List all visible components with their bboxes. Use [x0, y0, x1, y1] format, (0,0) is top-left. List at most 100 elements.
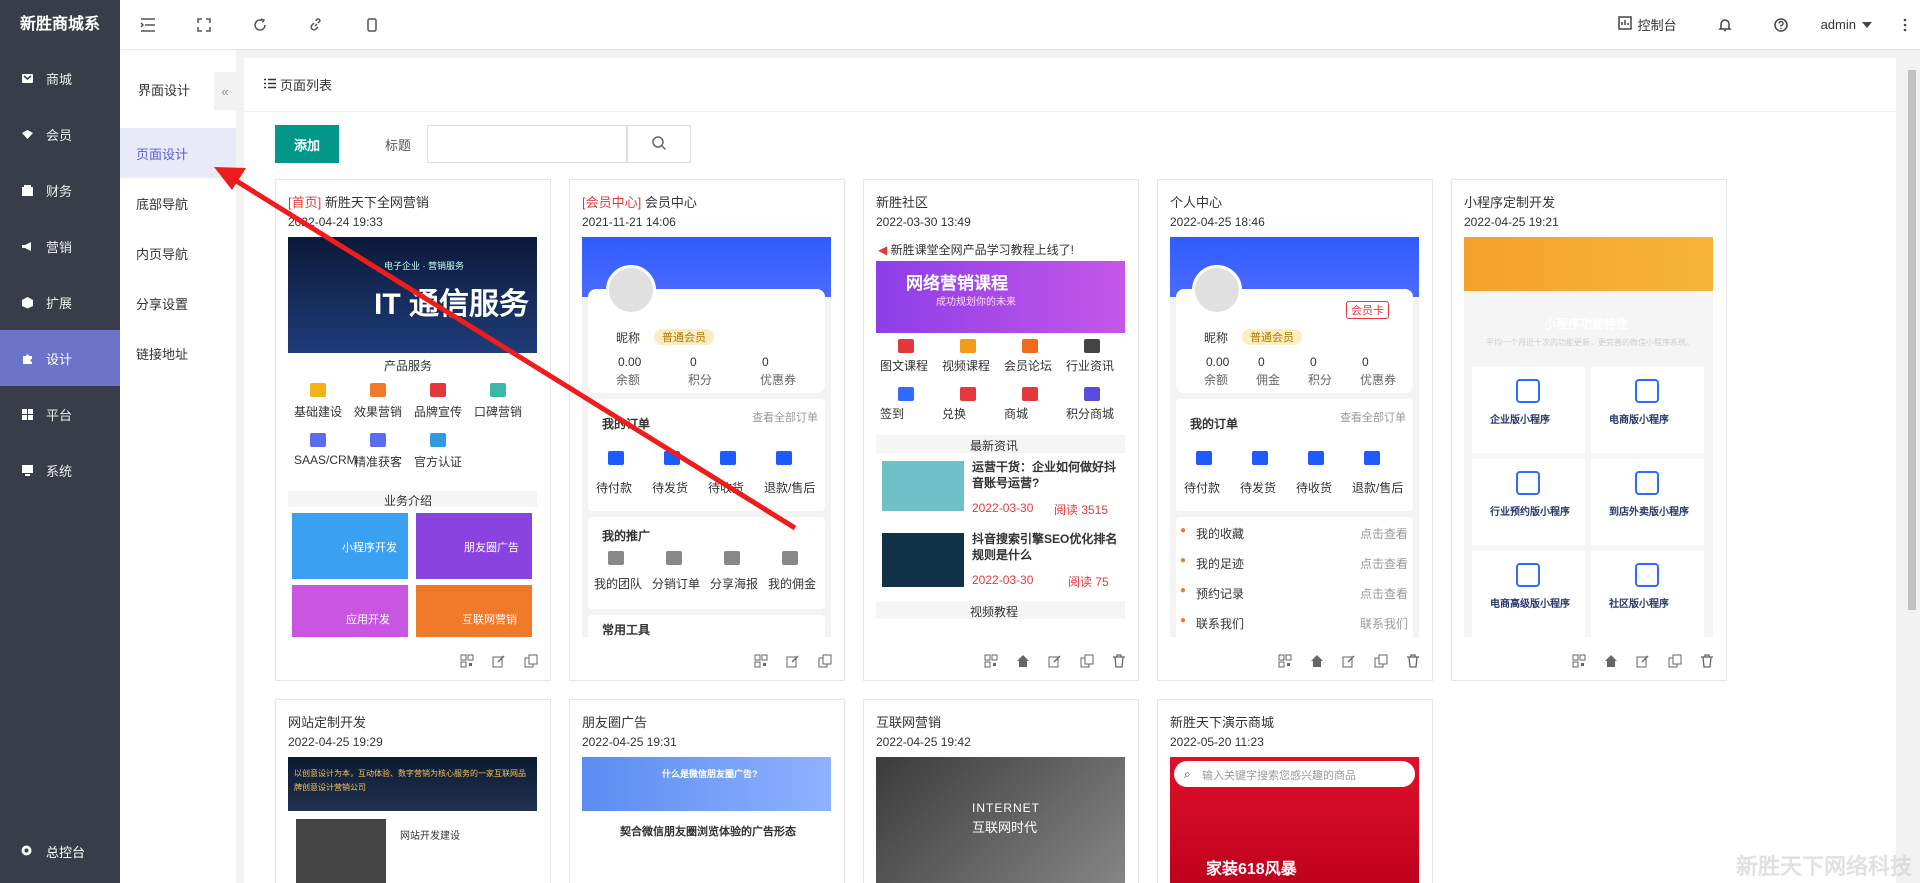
page-card[interactable]: 网站定制开发 2022-04-25 19:29 以创意设计为本，互动体验、数字营… [275, 699, 551, 883]
video-heading: 视频教程 [970, 605, 1019, 619]
finance-icon [20, 183, 34, 197]
help-icon[interactable] [1753, 0, 1809, 50]
nav-label: 平台 [46, 407, 73, 423]
filter-toolbar: 添加 标题 [244, 112, 1896, 176]
trash-icon[interactable] [1698, 652, 1716, 670]
home-icon[interactable] [1308, 652, 1326, 670]
nav-item-system[interactable]: 系统 [0, 442, 120, 498]
link-icon[interactable] [288, 0, 344, 50]
edit-icon[interactable] [784, 652, 802, 670]
nav-item-member[interactable]: 会员 [0, 106, 120, 162]
edit-icon[interactable] [490, 652, 508, 670]
trash-icon[interactable] [1110, 652, 1128, 670]
title-filter-label: 标题 [385, 137, 412, 153]
page-card[interactable]: 互联网营销 2022-04-25 19:42 INTERNET 互联网时代 [863, 699, 1139, 883]
copy-icon[interactable] [1666, 652, 1684, 670]
nav-label: 财务 [46, 183, 73, 199]
edit-icon[interactable] [1046, 652, 1064, 670]
card-title: 会员中心 [644, 195, 697, 210]
subnav-item-bottom-nav[interactable]: 底部导航 [120, 178, 236, 228]
qrcode-icon[interactable] [982, 652, 1000, 670]
news-title: 运营干货：企业如何做好抖音账号运营? [972, 460, 1117, 490]
subnav-item-inner-nav[interactable]: 内页导航 [120, 228, 236, 278]
shortcut-icon [1308, 451, 1324, 465]
qrcode-icon[interactable] [1570, 652, 1588, 670]
home-icon[interactable] [1014, 652, 1032, 670]
shortcut-icon [608, 551, 624, 565]
shortcut-icon [430, 383, 446, 397]
monitor-icon [20, 463, 34, 477]
order-shortcut-label: 待发货 [1240, 481, 1277, 495]
video-divider: 视频教程 [876, 601, 1125, 619]
page-card[interactable]: 新胜天下演示商城 2022-05-20 11:23 ⌕ 输入关键字搜索您感兴趣的… [1157, 699, 1433, 883]
internet-banner-cn: 互联网时代 [972, 820, 1038, 835]
shortcut-icon [1196, 451, 1212, 465]
nav-item-extend[interactable]: 扩展 [0, 274, 120, 330]
nav-item-design[interactable]: 设计 [0, 330, 120, 386]
edit-icon[interactable] [1634, 652, 1652, 670]
copy-icon[interactable] [1372, 652, 1390, 670]
copy-icon[interactable] [522, 652, 540, 670]
copy-icon[interactable] [816, 652, 834, 670]
more-vertical-icon[interactable] [1890, 0, 1920, 50]
nav-item-platform[interactable]: 平台 [0, 386, 120, 442]
nav-item-store[interactable]: 商城 [0, 50, 120, 106]
subnav-item-share[interactable]: 分享设置 [120, 278, 236, 328]
panel-header: 页面列表 [244, 58, 1896, 112]
copy-icon[interactable] [1078, 652, 1096, 670]
qrcode-icon[interactable] [1276, 652, 1294, 670]
miniapp-tile-icon [1516, 563, 1540, 587]
service-label: SAAS/CRM [294, 453, 357, 467]
subnav-header: 界面设计 « [120, 50, 236, 128]
stat-value: 0 [690, 355, 697, 369]
website-banner-text: 以创意设计为本，互动体验、数字营销为核心服务的一家互联网品牌创意设计营销公司 [294, 769, 526, 792]
bell-icon[interactable] [1697, 0, 1753, 50]
list-bullet-icon: ● [1180, 525, 1187, 536]
console-link[interactable]: 控制台 [1598, 15, 1697, 34]
card-title: 新胜社区 [876, 195, 929, 210]
list-label: 我的收藏 [1196, 527, 1245, 541]
promo-shortcut-label: 我的佣金 [768, 577, 817, 591]
scrollbar-thumb[interactable] [1908, 70, 1916, 610]
title-filter-input[interactable] [427, 125, 628, 163]
nav-item-marketing[interactable]: 营销 [0, 218, 120, 274]
mobile-icon[interactable] [344, 0, 400, 50]
page-card[interactable]: 新胜社区 2022-03-30 13:49 ◀ 新胜课堂全网产品学习教程上线了!… [863, 179, 1139, 681]
qrcode-icon[interactable] [458, 652, 476, 670]
subnav-item-links[interactable]: 链接地址 [120, 328, 236, 378]
card-preview: INTERNET 互联网时代 [876, 757, 1125, 883]
page-card[interactable]: 朋友圈广告 2022-04-25 19:31 什么是微信朋友圈广告? 契合微信朋… [569, 699, 845, 883]
fullscreen-icon[interactable] [176, 0, 232, 50]
add-button[interactable]: 添加 [275, 125, 339, 163]
scrollbar[interactable] [1907, 58, 1917, 883]
miniapp-tile-icon [1516, 471, 1540, 495]
page-card[interactable]: [会员中心] 会员中心 2021-11-21 14:06 昵称 普通会员 0.0… [569, 179, 845, 681]
shortcut-icon [1364, 451, 1380, 465]
nav-item-dashboard[interactable]: 总控台 [0, 831, 120, 871]
shortcut-icon [310, 383, 326, 397]
notice-text: 新胜课堂全网产品学习教程上线了! [890, 243, 1074, 257]
user-menu[interactable]: admin [1809, 17, 1890, 32]
subnav-title: 界面设计 [138, 82, 191, 98]
order-shortcut-label: 待收货 [708, 481, 745, 495]
page-card[interactable]: 小程序定制开发 2022-04-25 19:21 小程序功能特性 平均一个月近十… [1451, 179, 1727, 681]
card-title: 小程序定制开发 [1464, 195, 1556, 210]
miniapp-tile-icon [1516, 379, 1540, 403]
subnav-item-page-design[interactable]: 页面设计 [120, 128, 236, 178]
page-card[interactable]: [首页] 新胜天下全网营销 2022-04-24 19:33 IT 通信服务 电… [275, 179, 551, 681]
community-label: 积分商城 [1066, 407, 1115, 421]
shortcut-icon [724, 551, 740, 565]
nav-item-finance[interactable]: 财务 [0, 162, 120, 218]
menu-toggle-icon[interactable] [120, 0, 176, 50]
collapse-icon[interactable]: « [214, 72, 236, 110]
home-icon[interactable] [1602, 652, 1620, 670]
search-button[interactable] [627, 125, 692, 163]
qrcode-icon[interactable] [752, 652, 770, 670]
page-card[interactable]: 个人中心 2022-04-25 18:46 昵称 普通会员 会员卡 0.00 余额… [1157, 179, 1433, 681]
shortcut-icon [370, 433, 386, 447]
trash-icon[interactable] [1404, 652, 1422, 670]
edit-icon[interactable] [1340, 652, 1358, 670]
refresh-icon[interactable] [232, 0, 288, 50]
course-banner-title: 网络营销课程 [906, 274, 1008, 293]
stat-label: 余额 [616, 373, 641, 387]
